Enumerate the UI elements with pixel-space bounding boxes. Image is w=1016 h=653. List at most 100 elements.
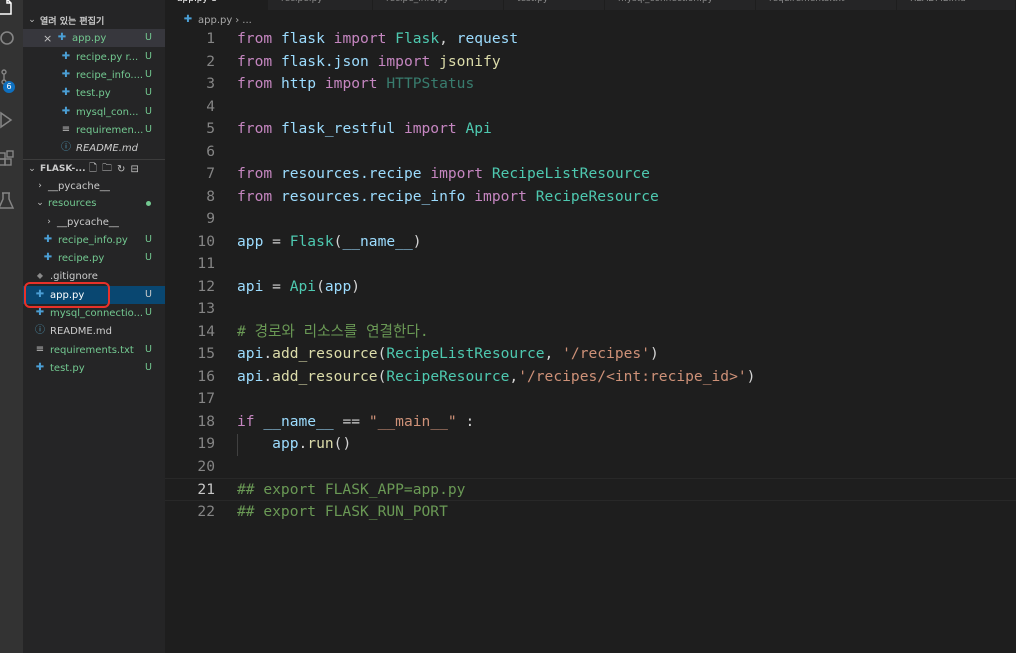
token: '/recipes/<int:recipe_id>' (518, 367, 747, 385)
token: app (272, 435, 299, 452)
tree-item[interactable]: ✚ test.py U (23, 359, 165, 377)
tab-readme-md[interactable]: README.md (898, 0, 1016, 10)
token: "__main__" (368, 412, 457, 430)
tree-item[interactable]: ≡ requirements.txt U (23, 341, 165, 359)
token: if (237, 412, 255, 430)
code-text: from http import HTTPStatus (237, 73, 474, 96)
chevron-down-icon: ⌄ (36, 198, 44, 208)
token: from (237, 187, 273, 205)
comment: # 경로와 리소스를 연결한다. (237, 322, 429, 340)
explorer-sidebar: ⌄ 열려 있는 편집기 × ✚ app.py U ✚ recipe.py r..… (23, 0, 165, 653)
folder-header[interactable]: ⌄ FLASK-... 🗋 🗀 ↻ ⊟ (23, 159, 165, 177)
run-debug-icon[interactable] (0, 105, 23, 135)
tree-item[interactable]: ⌄ resources (23, 194, 165, 212)
comment: ## export FLASK_RUN_PORT (237, 502, 448, 520)
tab-app-py[interactable]: app.py U (165, 0, 268, 10)
text-file-icon: ≡ (61, 124, 71, 135)
token: Api (289, 277, 317, 295)
line-number: 3 (206, 75, 215, 92)
open-editor-item[interactable]: ✚ test.py U (23, 84, 165, 102)
token: . (298, 435, 308, 452)
close-icon[interactable]: × (43, 32, 57, 45)
explorer-icon[interactable] (0, 0, 23, 22)
open-editors-header[interactable]: ⌄ 열려 있는 편집기 (23, 11, 165, 29)
code-line: 22 ## export FLASK_RUN_PORT (165, 501, 1016, 524)
tree-item[interactable]: › __pycache__ (23, 177, 165, 195)
token: . (263, 345, 273, 362)
python-icon: ✚ (183, 14, 193, 25)
tree-item-label: README.md (50, 325, 113, 337)
text-file-icon: ≡ (35, 344, 45, 355)
token: import (403, 120, 457, 137)
code-line: 7 from resources.recipe import RecipeList… (165, 163, 1016, 186)
open-editor-item[interactable]: ⓘ README.md (23, 139, 165, 157)
code-line: 8 from resources.recipe_info import Recip… (165, 186, 1016, 209)
comment: ## export FLASK_APP=app.py (237, 481, 466, 498)
breadcrumb-file[interactable]: app.py (198, 15, 232, 26)
new-folder-icon[interactable]: 🗀 (102, 161, 112, 178)
tree-item[interactable]: ✚ recipe.py U (23, 249, 165, 267)
git-status: U (145, 124, 152, 135)
explorer-actions: 🗋 🗀 ↻ ⊟ (89, 160, 139, 178)
open-editor-item[interactable]: ≡ requiremen... U (23, 121, 165, 139)
token: from (237, 120, 273, 137)
collapse-all-icon[interactable]: ⊟ (130, 164, 138, 175)
token: add_resource (272, 345, 378, 362)
tab-recipe-py[interactable]: recipe.py (269, 0, 373, 10)
line-number: 8 (206, 187, 215, 205)
code-line: 20 (165, 456, 1016, 479)
token: request (456, 30, 519, 47)
token: . (263, 367, 273, 385)
extensions-icon[interactable] (0, 145, 23, 175)
tab-bar: app.py U recipe.py recipe_info.py test.p… (165, 0, 1016, 10)
testing-icon[interactable] (0, 186, 23, 216)
tree-item-label: __pycache__ (57, 216, 119, 228)
tree-item[interactable]: ✚ recipe_info.py U (23, 231, 165, 249)
line-number: 9 (206, 210, 215, 227)
token: ) (351, 277, 361, 295)
line-number: 20 (197, 457, 215, 475)
sidebar-top-row (23, 0, 165, 10)
code-text: from resources.recipe_info import Recipe… (237, 186, 659, 209)
code-text: app.run() (237, 433, 351, 456)
breadcrumb-rest[interactable]: ... (242, 15, 252, 26)
new-file-icon[interactable]: 🗋 (89, 161, 97, 178)
tab-mysql-connection-py[interactable]: mysql_connection.py (606, 0, 756, 10)
line-number: 16 (197, 367, 215, 385)
tree-item[interactable]: › __pycache__ (23, 213, 165, 231)
tree-item-label: .gitignore (50, 270, 98, 282)
indent-guide (237, 434, 238, 456)
token: ( (316, 277, 325, 295)
token: : (456, 412, 475, 430)
open-editor-item[interactable]: ✚ recipe_info.... U (23, 66, 165, 84)
code-editor[interactable]: 1 from flask import Flask, request 2 from … (165, 28, 1016, 653)
open-editor-item[interactable]: × ✚ app.py U (23, 29, 165, 47)
info-icon: ⓘ (35, 325, 45, 336)
tree-item[interactable]: ⓘ README.md (23, 322, 165, 340)
open-editor-item[interactable]: ✚ recipe.py r... U (23, 48, 165, 66)
open-editor-label: recipe_info.... (76, 69, 144, 81)
token: __name__ (263, 412, 334, 430)
code-text: api.add_resource(RecipeListResource, '/r… (237, 343, 659, 366)
python-icon: ✚ (57, 32, 67, 43)
tab-requirements-txt[interactable]: requirements.txt (757, 0, 897, 10)
token: resources.recipe_info (272, 187, 475, 205)
code-text: from flask import Flask, request (237, 28, 518, 51)
code-line: 17 (165, 388, 1016, 411)
code-text: from flask_restful import Api (237, 118, 492, 141)
token: from (237, 165, 273, 182)
token: import (377, 52, 431, 70)
tab-recipe-info-py[interactable]: recipe_info.py (374, 0, 504, 10)
token: __name__ (342, 232, 413, 250)
token: api (237, 345, 264, 362)
token: () (333, 435, 352, 452)
open-editor-item[interactable]: ✚ mysql_con... U (23, 103, 165, 121)
open-editor-label: README.md (76, 142, 139, 154)
search-icon[interactable] (0, 24, 23, 54)
git-status: U (145, 289, 152, 300)
refresh-icon[interactable]: ↻ (117, 164, 125, 175)
token: ) (412, 232, 422, 250)
token: resources.recipe (272, 165, 431, 182)
tab-test-py[interactable]: test.py (505, 0, 605, 10)
line-number: 11 (197, 255, 215, 272)
